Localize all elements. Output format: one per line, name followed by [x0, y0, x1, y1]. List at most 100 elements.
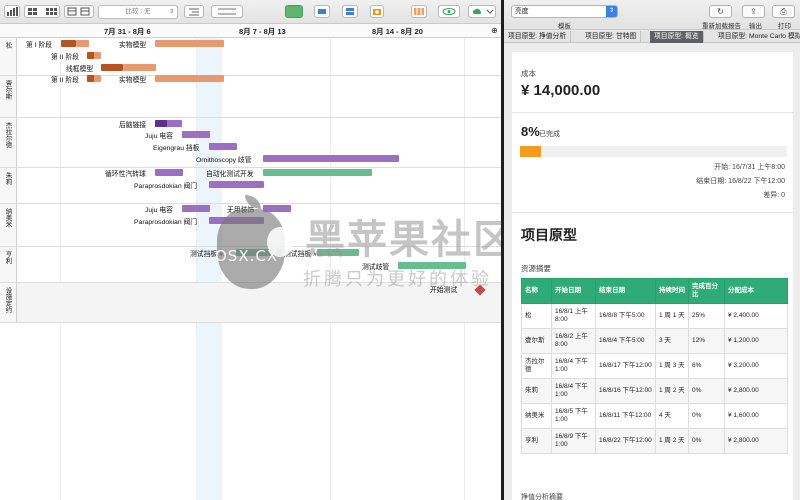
task-bar[interactable]: [123, 64, 156, 71]
task-label: 测试歧管: [362, 264, 390, 271]
task-bar-progress: [87, 52, 94, 59]
timeline-header: 7月 31 - 8月 6 8月 7 - 8月 13 8月 14 - 8月 20 …: [0, 24, 503, 38]
resource-label: 松: [0, 38, 17, 75]
table-cell: 16/8/2 上午8:00: [551, 328, 596, 354]
divider: [512, 212, 793, 213]
print-label: 打印: [778, 23, 791, 30]
reload-button[interactable]: ↻: [709, 5, 732, 18]
table-cell: 16/8/5 下午1:00: [551, 403, 596, 429]
column-header: 分配成本: [724, 278, 788, 304]
task-label: 无用装饰: [227, 207, 255, 214]
column-header: 名称: [521, 278, 552, 304]
task-bar[interactable]: [182, 205, 210, 212]
table-cell: 纳奥米: [521, 403, 552, 429]
task-bar-progress: [87, 75, 94, 82]
table-cell: 朱莉: [521, 378, 552, 404]
indent-icon[interactable]: [184, 5, 204, 18]
task-label: 测试挡板 #2: [284, 251, 321, 258]
table-cell: ¥ 1,600.00: [724, 403, 788, 429]
task-bar[interactable]: [155, 40, 224, 47]
table-cell: 1 周 2 天: [655, 378, 689, 404]
add-group-icon[interactable]: [342, 5, 358, 18]
calendar-icon[interactable]: [411, 5, 427, 18]
resource-label: 纳奥米: [0, 204, 17, 246]
reload-icon: ↻: [717, 7, 724, 16]
task-bar[interactable]: [101, 64, 123, 71]
table-cell: 16/8/4 下午5:00: [595, 328, 656, 354]
table-cell: ¥ 2,400.00: [724, 303, 788, 329]
add-task-icon[interactable]: [285, 5, 303, 18]
task-bar[interactable]: [317, 249, 359, 256]
eye-icon[interactable]: [438, 5, 460, 18]
table-cell: 亨利: [521, 428, 552, 454]
task-bar[interactable]: [209, 217, 264, 224]
add-resource-icon[interactable]: [314, 5, 330, 18]
task-label: 自动化测试开发: [206, 171, 254, 178]
camera-icon[interactable]: [370, 5, 384, 18]
table-cell: 0%: [688, 403, 725, 429]
zoom-icon[interactable]: ⊕: [491, 26, 498, 35]
table-row: 杰拉尔德 16/8/4 下午1:00 16/8/17 下午12:00 1 周 3…: [521, 353, 788, 379]
view-mode-toggle[interactable]: [24, 5, 60, 18]
outline-view-toggle[interactable]: [64, 5, 94, 18]
percent-complete: 8%: [521, 124, 540, 139]
task-bar[interactable]: [209, 181, 264, 188]
table-cell: 16/8/4 下午1:00: [551, 353, 596, 379]
task-bar[interactable]: [263, 169, 372, 176]
cost-value: ¥ 14,000.00: [521, 82, 601, 99]
task-bar[interactable]: [209, 143, 237, 150]
task-bar[interactable]: [76, 40, 89, 47]
printer-icon: ⎙: [780, 7, 787, 16]
task-bar[interactable]: [155, 75, 224, 82]
share-icon: ⇪: [750, 7, 757, 16]
export-button[interactable]: ⇪: [742, 5, 765, 18]
tab-overview[interactable]: 项目原型: 概览: [650, 31, 704, 43]
resource-summary-title: 资源摘要: [521, 264, 551, 273]
variance: 差异: 0: [763, 192, 785, 199]
resource-label: 杰拉尔德: [0, 118, 17, 167]
task-bar[interactable]: [61, 40, 76, 47]
table-cell: 1 周 3 天: [655, 353, 689, 379]
table-cell: 16/8/22 下午12:00: [595, 428, 656, 454]
task-label: 实物模型: [119, 42, 147, 49]
resource-label: 朱莉: [0, 168, 17, 203]
task-label: Juju 电容: [145, 207, 173, 214]
task-label: 实物模型: [119, 77, 147, 84]
task-bar[interactable]: [236, 249, 283, 256]
task-label: Juju 电容: [145, 133, 173, 140]
task-bar[interactable]: [398, 262, 466, 269]
task-bar[interactable]: [263, 205, 291, 212]
table-cell: 4 天: [655, 403, 689, 429]
compare-dropdown[interactable]: 比较 : 无 ⇕: [98, 5, 178, 19]
table-row: 亨利 16/8/9 下午1:00 16/8/22 下午12:00 1 周 2 天…: [521, 428, 788, 454]
table-cell: 16/8/8 下午5:00: [595, 303, 656, 329]
report-tabs: 项目原型: 挣值分析 项目原型: 甘特图 项目原型: 概览 项目原型: Mont…: [504, 31, 800, 43]
week-label: 8月 7 - 8月 13: [239, 27, 286, 36]
bar-chart-icon[interactable]: [4, 5, 20, 18]
column-header: 持续时间: [655, 278, 689, 304]
task-bar[interactable]: [263, 155, 399, 162]
tab-earned-value[interactable]: 项目原型: 挣值分析: [504, 31, 572, 43]
cost-label: 成本: [521, 69, 536, 78]
task-label: 后脑链接: [119, 122, 147, 129]
week-label: 8月 14 - 8月 20: [372, 27, 423, 36]
task-bar[interactable]: [155, 169, 183, 176]
task-bar[interactable]: [182, 131, 210, 138]
print-button[interactable]: ⎙: [772, 5, 795, 18]
table-cell: 16/8/1 上午8:00: [551, 303, 596, 329]
resource-row[interactable]: 设施定约: [0, 283, 503, 323]
chevron-updown-icon: ⇕: [606, 6, 617, 17]
link-tasks-icon[interactable]: [211, 5, 243, 18]
chevron-updown-icon: ⇕: [168, 9, 174, 15]
table-cell: 松: [521, 303, 552, 329]
resource-label: 亨利: [0, 247, 17, 282]
tab-gantt[interactable]: 项目原型: 甘特图: [581, 31, 642, 43]
project-title: 项目原型: [521, 227, 577, 243]
table-cell: 0%: [688, 378, 725, 404]
table-cell: 16/8/9 下午1:00: [551, 428, 596, 454]
percent-suffix: 已完成: [539, 131, 560, 138]
tab-monte-carlo[interactable]: 项目原型: Monte Carlo 模拟: [714, 31, 800, 43]
cloud-sync-icon[interactable]: [468, 5, 496, 18]
template-select[interactable]: 亮度 ⇕: [511, 5, 618, 18]
template-value: 亮度: [515, 8, 529, 15]
